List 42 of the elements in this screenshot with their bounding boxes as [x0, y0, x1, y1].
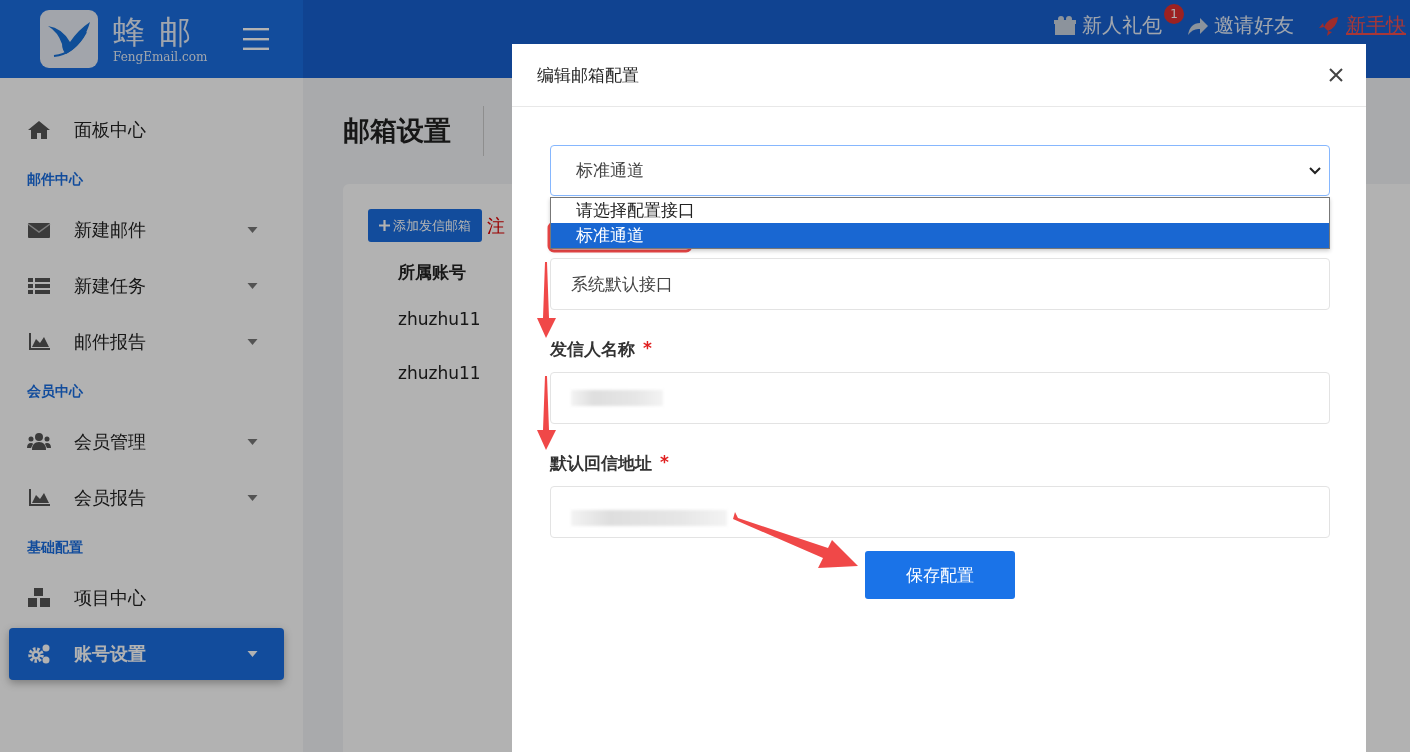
- field-label: 发信人名称: [550, 338, 635, 361]
- sidebar-item[interactable]: 新建邮件: [9, 204, 284, 256]
- menu-icon[interactable]: [243, 28, 270, 50]
- sidebar-item[interactable]: 新建任务: [9, 260, 284, 312]
- required-mark: *: [643, 338, 652, 360]
- header-link[interactable]: 邀请好友: [1214, 12, 1294, 39]
- section-label: 基础配置: [26, 538, 84, 557]
- rocket-icon: [1318, 14, 1340, 37]
- field-label: 默认回信地址: [550, 452, 652, 475]
- header-link[interactable]: 新人礼包: [1082, 12, 1162, 39]
- sidebar-item[interactable]: 会员管理: [9, 416, 284, 468]
- chevron-down-icon: [1309, 166, 1321, 175]
- plus-icon: [379, 220, 390, 231]
- input-field[interactable]: 系统默认接口: [550, 258, 1330, 310]
- column-header: 所属账号: [398, 260, 466, 284]
- table-cell: zhuzhu11: [398, 309, 481, 329]
- table-cell: zhuzhu11: [398, 363, 481, 383]
- close-icon[interactable]: [1328, 67, 1344, 83]
- input-field[interactable]: [550, 372, 1330, 424]
- section-label: 邮件中心: [26, 170, 84, 189]
- bird-logo-icon: [40, 10, 98, 68]
- dropdown-option[interactable]: 标准通道: [551, 223, 1329, 248]
- notification-badge: 1: [1164, 4, 1184, 24]
- logo-subtitle: FengEmail.com: [113, 50, 208, 64]
- sidebar-item[interactable]: 项目中心: [9, 572, 284, 624]
- dropdown-option[interactable]: 请选择配置接口: [551, 198, 1329, 223]
- section-label: 会员中心: [26, 382, 84, 401]
- sidebar-item[interactable]: 账号设置: [9, 628, 284, 680]
- note-text: 注: [487, 213, 505, 238]
- sidebar-item[interactable]: 面板中心: [9, 104, 284, 156]
- required-mark: *: [660, 452, 669, 474]
- add-sender-button[interactable]: 添加发信邮箱: [368, 209, 482, 242]
- sidebar-item[interactable]: 会员报告: [9, 472, 284, 524]
- page-title: 邮箱设置: [343, 114, 451, 148]
- boxes-icon: [25, 586, 53, 610]
- select-field[interactable]: 标准通道: [550, 145, 1330, 196]
- gift-icon: [1054, 14, 1076, 37]
- sidebar-item[interactable]: 邮件报告: [9, 316, 284, 368]
- save-button[interactable]: 保存配置: [865, 551, 1015, 599]
- modal-title: 编辑邮箱配置: [537, 63, 639, 87]
- input-field[interactable]: [550, 486, 1330, 538]
- logo-title: 蜂 邮: [113, 14, 195, 50]
